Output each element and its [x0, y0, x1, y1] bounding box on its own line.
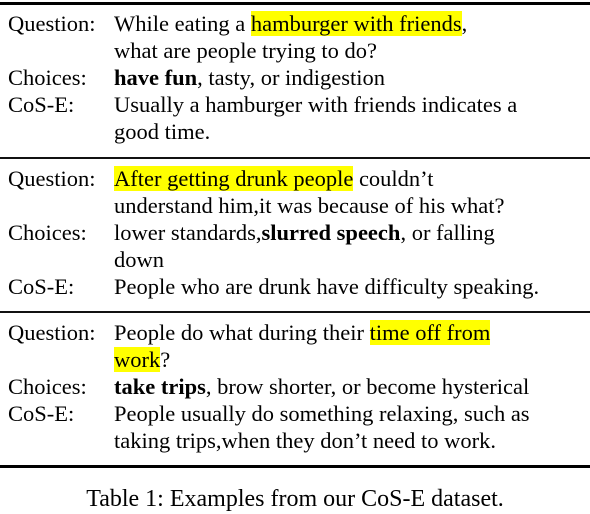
cose-label: CoS-E: — [8, 274, 75, 299]
cose-text: Usually a hamburger with friends indicat… — [114, 92, 518, 117]
choices-row: Choices: have fun, tasty, or indigestion — [0, 64, 590, 91]
cose-row: CoS-E: People usually do something relax… — [0, 400, 590, 427]
cose-text: People usually do something relaxing, su… — [114, 401, 530, 426]
question-label: Question: — [8, 320, 96, 345]
label-spacer — [0, 427, 114, 454]
highlighted-phrase: time off from — [369, 320, 491, 345]
question-row: Question: While eating a hamburger with … — [0, 10, 590, 37]
example-2: Question: After getting drunk people cou… — [0, 165, 590, 300]
choices-row: Choices: take trips, brow shorter, or be… — [0, 373, 590, 400]
table-bottom-rule — [0, 465, 590, 468]
choices-text: have fun, tasty, or indigestion — [114, 64, 584, 91]
label-spacer — [0, 118, 114, 145]
question-text-part: ? — [160, 347, 171, 372]
question-label: Question: — [8, 11, 96, 36]
question-label: Question: — [8, 166, 96, 191]
example-1: Question: While eating a hamburger with … — [0, 10, 590, 145]
question-text-line2: work? — [114, 346, 584, 373]
choices-text-part: , or falling — [400, 220, 495, 245]
question-row: Question: After getting drunk people cou… — [0, 165, 590, 192]
question-row-continued: what are people trying to do? — [0, 37, 590, 64]
choices-label: Choices: — [8, 65, 87, 90]
label-spacer — [0, 246, 114, 273]
label-spacer — [0, 346, 114, 373]
choices-text-part: , brow shorter, or become hysterical — [205, 374, 530, 399]
choices-label: Choices: — [8, 220, 87, 245]
highlighted-phrase: work — [114, 347, 161, 372]
example-3: Question: People do what during their ti… — [0, 319, 590, 454]
question-row: Question: People do what during their ti… — [0, 319, 590, 346]
cose-text-line2: good time. — [114, 119, 211, 144]
question-text-line2: what are people trying to do? — [114, 38, 378, 63]
row-divider — [0, 157, 590, 159]
question-text: People do what during their time off fro… — [114, 319, 584, 346]
choices-text: take trips, brow shorter, or become hyst… — [114, 373, 584, 400]
cose-label: CoS-E: — [8, 401, 75, 426]
choices-text-line2: down — [114, 247, 164, 272]
correct-answer: take trips — [114, 374, 206, 399]
correct-answer: slurred speech — [261, 220, 401, 245]
cose-text-line2: taking trips,when they don’t need to wor… — [114, 428, 497, 453]
question-text-part: While eating a — [114, 11, 251, 36]
cose-text: People who are drunk have difficulty spe… — [114, 274, 540, 299]
question-text-part: , — [461, 11, 468, 36]
highlighted-phrase: hamburger with friends — [250, 11, 462, 36]
question-text-part: People do what during their — [114, 320, 370, 345]
choices-row-continued: down — [0, 246, 590, 273]
cose-row-continued: good time. — [0, 118, 590, 145]
label-spacer — [0, 192, 114, 219]
question-text: After getting drunk people couldn’t — [114, 165, 584, 192]
label-spacer — [0, 37, 114, 64]
table-caption: Table 1: Examples from our CoS-E dataset… — [86, 486, 504, 512]
question-row-continued: understand him,it was because of his wha… — [0, 192, 590, 219]
choices-text-part: , tasty, or indigestion — [197, 65, 386, 90]
question-text-line2: understand him,it was because of his wha… — [114, 193, 505, 218]
row-divider — [0, 311, 590, 313]
choices-row: Choices: lower standards,slurred speech,… — [0, 219, 590, 246]
question-text: While eating a hamburger with friends, — [114, 10, 584, 37]
correct-answer: have fun — [114, 65, 198, 90]
highlighted-phrase: After getting drunk people — [114, 166, 354, 191]
cose-row: CoS-E: Usually a hamburger with friends … — [0, 91, 590, 118]
cose-row-continued: taking trips,when they don’t need to wor… — [0, 427, 590, 454]
question-text-part: couldn’t — [353, 166, 434, 191]
choices-text-part: lower standards, — [114, 220, 262, 245]
choices-label: Choices: — [8, 374, 87, 399]
cose-label: CoS-E: — [8, 92, 75, 117]
question-row-continued: work? — [0, 346, 590, 373]
choices-text: lower standards,slurred speech, or falli… — [114, 219, 584, 246]
table-top-rule — [0, 2, 590, 5]
cose-row: CoS-E: People who are drunk have difficu… — [0, 273, 590, 300]
